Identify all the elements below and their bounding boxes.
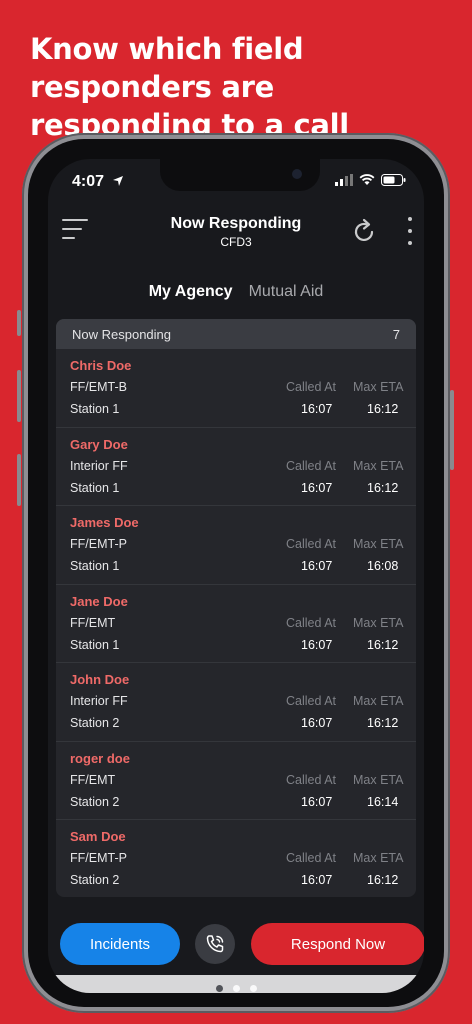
incidents-button[interactable]: Incidents (60, 923, 180, 965)
call-button[interactable] (195, 924, 235, 964)
list-item[interactable]: Chris Doe FF/EMT-B Station 1 Called At M… (56, 349, 416, 428)
refresh-icon[interactable] (352, 217, 378, 245)
called-at-label: Called At (286, 694, 337, 708)
volume-down-button (17, 454, 21, 506)
mute-switch (17, 310, 21, 336)
responder-role: Interior FF (70, 458, 128, 473)
phone-frame: 4:07 Now Responding CFD3 My Agency Mutua… (22, 133, 450, 1013)
page-dot[interactable] (232, 985, 240, 992)
responder-name: Jane Doe (70, 593, 128, 609)
location-arrow-icon (113, 176, 123, 186)
list-header: Now Responding 7 (56, 319, 416, 349)
max-eta-label: Max ETA (353, 615, 404, 630)
max-eta-label: Max ETA (353, 772, 404, 787)
responders-list: Now Responding 7 Chris Doe FF/EMT-B Stat… (56, 319, 416, 897)
app-screen: 4:07 Now Responding CFD3 My Agency Mutua… (48, 159, 424, 993)
max-eta-value: 16:08 (367, 559, 399, 573)
responder-station: Station 2 (70, 794, 120, 809)
max-eta-label: Max ETA (353, 537, 404, 551)
responder-station: Station 1 (70, 559, 120, 573)
responder-role: FF/EMT-P (70, 537, 127, 551)
called-at-label: Called At (286, 615, 337, 630)
wifi-icon (359, 174, 375, 185)
max-eta-value: 16:14 (367, 794, 399, 809)
called-at-label: Called At (286, 380, 337, 394)
max-eta-value: 16:12 (367, 716, 399, 730)
list-item[interactable]: John Doe Interior FF Station 2 Called At… (56, 663, 416, 742)
called-at-label: Called At (286, 458, 337, 473)
phone-call-icon (206, 935, 224, 953)
responder-station: Station 1 (70, 402, 120, 416)
responder-role: FF/EMT-P (70, 851, 127, 865)
responder-station: Station 1 (70, 480, 120, 495)
called-at-value: 16:07 (301, 716, 333, 730)
list-item[interactable]: James Doe FF/EMT-P Station 1 Called At M… (56, 506, 416, 585)
max-eta-value: 16:12 (367, 480, 399, 495)
signal-icon (335, 174, 353, 186)
responder-role: FF/EMT-B (70, 380, 127, 394)
responder-role: Interior FF (70, 694, 128, 708)
tab-mutual-aid[interactable]: Mutual Aid (249, 283, 324, 301)
max-eta-label: Max ETA (353, 851, 404, 865)
list-item[interactable]: roger doe FF/EMT Station 2 Called At Max… (56, 742, 416, 820)
max-eta-value: 16:12 (367, 402, 399, 416)
responder-role: FF/EMT (70, 615, 116, 630)
responder-name: Gary Doe (70, 436, 128, 452)
responder-station: Station 2 (70, 873, 120, 887)
responder-name: Sam Doe (70, 829, 126, 844)
more-options-icon[interactable] (408, 217, 414, 245)
called-at-value: 16:07 (301, 794, 333, 809)
app-header: Now Responding CFD3 (48, 211, 424, 267)
called-at-value: 16:07 (301, 637, 333, 652)
responder-name: John Doe (70, 672, 130, 687)
responder-count: 7 (392, 326, 400, 342)
max-eta-value: 16:12 (367, 873, 399, 887)
list-item[interactable]: Jane Doe FF/EMT Station 1 Called At Max … (56, 585, 416, 663)
volume-up-button (17, 370, 21, 422)
max-eta-label: Max ETA (353, 380, 404, 394)
responder-name: James Doe (70, 515, 139, 530)
page-dot[interactable] (249, 985, 257, 992)
power-button (450, 390, 454, 470)
list-item[interactable]: Sam Doe FF/EMT-P Station 2 Called At Max… (56, 820, 416, 897)
status-time: 4:07 (72, 173, 105, 190)
max-eta-label: Max ETA (353, 694, 404, 708)
respond-now-button[interactable]: Respond Now (251, 923, 424, 965)
max-eta-value: 16:12 (367, 637, 399, 652)
responder-name: roger doe (70, 750, 130, 766)
responder-station: Station 1 (70, 637, 120, 652)
page-indicator[interactable] (48, 985, 424, 992)
list-title: Now Responding (72, 326, 172, 342)
called-at-value: 16:07 (301, 559, 333, 573)
responder-role: FF/EMT (70, 772, 116, 787)
called-at-label: Called At (286, 537, 337, 551)
called-at-label: Called At (286, 772, 337, 787)
list-item[interactable]: Gary Doe Interior FF Station 1 Called At… (56, 428, 416, 506)
tab-my-agency[interactable]: My Agency (149, 283, 233, 301)
called-at-value: 16:07 (301, 873, 333, 887)
headline: Know which field responders are respondi… (30, 32, 349, 142)
battery-icon (381, 174, 406, 186)
called-at-label: Called At (286, 851, 337, 865)
called-at-value: 16:07 (301, 480, 333, 495)
tab-bar: My Agency Mutual Aid (48, 283, 424, 301)
status-bar: 4:07 (48, 159, 424, 203)
called-at-value: 16:07 (301, 402, 333, 416)
max-eta-label: Max ETA (353, 458, 404, 473)
page-dot[interactable] (215, 985, 223, 992)
responder-name: Chris Doe (70, 358, 132, 373)
responder-station: Station 2 (70, 716, 120, 730)
